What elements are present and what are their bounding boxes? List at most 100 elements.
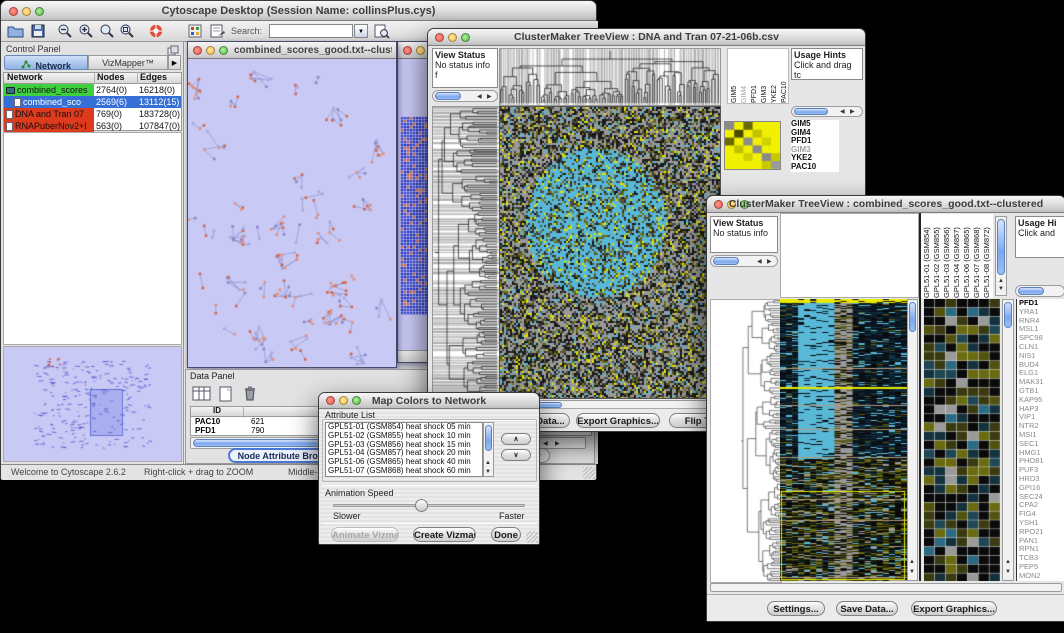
column-label: GPL51-01 (GSM854) xyxy=(922,214,931,298)
scroll-left-icon[interactable]: ◀ xyxy=(840,108,845,116)
settings-button[interactable]: Settings... xyxy=(767,601,825,616)
zoom-heatmap-canvas[interactable] xyxy=(924,299,1000,581)
attribute-listbox[interactable]: GPL51-01 (GSM854) heat shock 05 minGPL51… xyxy=(325,422,483,477)
scrollbar-thumb[interactable] xyxy=(1004,302,1012,328)
global-vscrollbar[interactable]: ▲ ▼ xyxy=(907,299,918,581)
treeview1-titlebar[interactable]: ClusterMaker TreeView : DNA and Tran 07-… xyxy=(428,29,865,46)
scroll-right-icon[interactable]: ▶ xyxy=(487,93,492,101)
resize-grip[interactable] xyxy=(583,467,595,479)
open-file-icon[interactable] xyxy=(7,23,24,44)
move-up-button[interactable]: ∧ xyxy=(501,433,531,445)
selected-cluster-heatmap-canvas[interactable] xyxy=(724,121,781,170)
scrollbar-thumb[interactable] xyxy=(794,108,828,115)
zoom-fit-icon[interactable] xyxy=(119,23,135,44)
network-tree-empty-area xyxy=(3,132,182,345)
network-name-cell[interactable]: combined_scores xyxy=(4,84,94,96)
scroll-left-icon[interactable]: ◀ xyxy=(757,258,762,266)
scroll-right-icon[interactable]: ▶ xyxy=(850,108,855,116)
network-name-cell[interactable]: RNAPuberNov2+I xyxy=(4,120,94,132)
treeview2-titlebar[interactable]: ClusterMaker TreeView : combined_scores_… xyxy=(707,196,1064,213)
minimize-icon[interactable] xyxy=(416,46,425,55)
scroll-right-icon[interactable]: ▶ xyxy=(767,258,772,266)
help-ring-icon[interactable] xyxy=(148,23,164,44)
scroll-down-icon[interactable]: ▼ xyxy=(909,568,915,576)
scroll-left-icon[interactable]: ◀ xyxy=(543,440,548,448)
close-icon[interactable] xyxy=(193,46,202,55)
search-input[interactable] xyxy=(269,24,353,38)
network-table-row[interactable]: combined_scores2764(0)16218(0) xyxy=(4,84,181,96)
scroll-left-icon[interactable]: ◀ xyxy=(477,93,482,101)
network-table-row[interactable]: RNAPuberNov2+I563(0)107847(0) xyxy=(4,120,181,132)
column-header-network[interactable]: Network xyxy=(4,72,94,84)
zoom-window-icon[interactable] xyxy=(219,46,228,55)
scrollbar-thumb[interactable] xyxy=(485,425,492,451)
row-dendrogram-canvas[interactable] xyxy=(710,299,782,583)
resize-grip[interactable] xyxy=(526,531,538,543)
tab-vizmapper[interactable]: VizMapper™ xyxy=(88,55,168,70)
network-overview[interactable] xyxy=(3,346,182,462)
search-dropdown-icon[interactable]: ▼ xyxy=(354,24,368,38)
row-dendrogram-canvas[interactable] xyxy=(432,106,500,399)
scrollbar-thumb[interactable] xyxy=(909,302,916,332)
usage-scrollbar[interactable] xyxy=(1015,285,1064,297)
column-header-id[interactable]: ID xyxy=(191,406,243,418)
scroll-up-icon[interactable]: ▲ xyxy=(485,459,491,467)
zoom-in-icon[interactable] xyxy=(78,23,94,44)
network-name-cell[interactable]: DNA and Tran 07 xyxy=(4,108,94,120)
export-graphics-button[interactable]: Export Graphics... xyxy=(576,413,660,428)
heatmap-canvas[interactable] xyxy=(499,106,721,399)
zoom-selected-icon[interactable] xyxy=(99,23,115,44)
tab-overflow-icon[interactable]: ▶ xyxy=(168,55,181,70)
gene-label[interactable]: MON2 xyxy=(1017,572,1064,581)
save-data-button[interactable]: Save Data... xyxy=(836,601,898,616)
attribute-list-item[interactable]: GPL51-07 (GSM868) heat shock 60 min xyxy=(326,467,482,476)
scroll-down-icon[interactable]: ▼ xyxy=(1005,568,1011,576)
folder-icon xyxy=(6,87,15,94)
move-down-button[interactable]: ∨ xyxy=(501,449,531,461)
scroll-up-icon[interactable]: ▲ xyxy=(909,558,915,566)
scrollbar-thumb[interactable] xyxy=(713,257,739,265)
scroll-right-icon[interactable]: ▶ xyxy=(555,440,560,448)
network-table-row[interactable]: DNA and Tran 07769(0)183728(0) xyxy=(4,108,181,120)
scroll-down-icon[interactable]: ▼ xyxy=(485,468,491,476)
scrollbar-thumb[interactable] xyxy=(997,219,1005,275)
zoom-vscrollbar[interactable]: ▲ ▼ xyxy=(1002,299,1014,581)
usage-scrollbar[interactable]: ◀▶ xyxy=(791,106,863,117)
close-icon[interactable] xyxy=(403,46,412,55)
column-dendrogram-canvas[interactable] xyxy=(499,48,721,106)
network-view-canvas[interactable] xyxy=(188,59,396,367)
column-dendrogram-area[interactable] xyxy=(780,213,919,298)
bottom-hscrollbar[interactable] xyxy=(710,583,1062,592)
view-status-scrollbar[interactable]: ◀▶ xyxy=(710,255,778,267)
faster-label: Faster xyxy=(499,511,525,521)
view-status-title: View Status xyxy=(435,50,495,60)
column-header-nodes[interactable]: Nodes xyxy=(94,72,137,84)
scroll-down-icon[interactable]: ▼ xyxy=(998,285,1004,293)
scrollbar-thumb[interactable] xyxy=(435,92,461,100)
usage-hints-title: Usage Hi xyxy=(1018,218,1063,228)
dialog-titlebar[interactable]: Map Colors to Network xyxy=(319,393,539,409)
tab-network[interactable]: Network xyxy=(4,55,88,70)
column-labels-vscrollbar[interactable]: ▲ ▼ xyxy=(995,216,1007,296)
zoom-out-icon[interactable] xyxy=(57,23,73,44)
global-heatmap-canvas[interactable] xyxy=(780,299,907,581)
column-header-edges[interactable]: Edges xyxy=(137,72,181,84)
export-graphics-button[interactable]: Export Graphics... xyxy=(911,601,997,616)
save-icon[interactable] xyxy=(30,23,46,44)
minimize-icon[interactable] xyxy=(206,46,215,55)
network-overview-canvas[interactable] xyxy=(4,347,181,461)
scroll-up-icon[interactable]: ▲ xyxy=(998,277,1004,285)
done-button[interactable]: Done xyxy=(491,527,521,542)
network-table-row[interactable]: combined_sco2569(6)13112(15) xyxy=(4,96,181,108)
scrollbar-thumb[interactable] xyxy=(1018,287,1044,295)
frame1-titlebar[interactable]: combined_scores_good.txt--cluste... xyxy=(188,42,396,59)
scroll-up-icon[interactable]: ▲ xyxy=(1005,558,1011,566)
animation-slider-track[interactable] xyxy=(333,504,525,507)
create-vizmap-button[interactable]: Create Vizmap xyxy=(413,527,476,542)
view-status-scrollbar[interactable]: ◀▶ xyxy=(432,90,498,102)
attribute-list-vscrollbar[interactable]: ▲ ▼ xyxy=(483,422,494,477)
animation-slider-knob[interactable] xyxy=(415,499,428,512)
network-name-cell[interactable]: combined_sco xyxy=(4,96,94,108)
network-table: Network Nodes Edges combined_scores2764(… xyxy=(3,72,182,131)
main-titlebar[interactable]: Cytoscape Desktop (Session Name: collins… xyxy=(1,1,596,21)
